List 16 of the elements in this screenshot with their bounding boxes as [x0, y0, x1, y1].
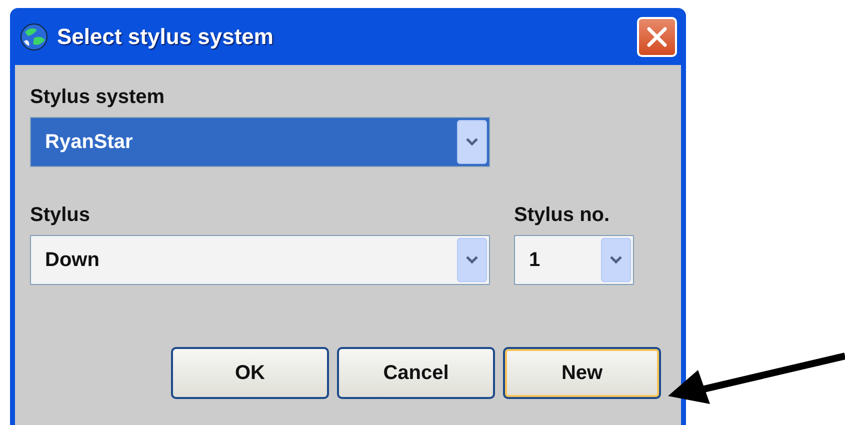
globe-icon: [19, 22, 49, 52]
dropdown-field[interactable]: RyanStar: [30, 117, 490, 167]
field-label: Stylus system: [30, 87, 166, 107]
window-title: Select stylus system: [57, 23, 274, 51]
dialog-button[interactable]: Cancel: [337, 347, 495, 399]
dialog-button[interactable]: OK: [171, 347, 329, 399]
dropdown-field[interactable]: 1: [514, 235, 634, 285]
close-button[interactable]: [637, 16, 677, 56]
field-label: Stylus: [30, 205, 92, 225]
close-icon: [646, 26, 668, 48]
caret-icon: [465, 137, 479, 147]
dropdown-field[interactable]: Down: [30, 235, 490, 285]
field-label: Stylus no.: [514, 205, 611, 225]
dialog-button[interactable]: New: [503, 347, 661, 399]
caret-icon: [465, 255, 479, 265]
caret-icon: [609, 255, 623, 265]
